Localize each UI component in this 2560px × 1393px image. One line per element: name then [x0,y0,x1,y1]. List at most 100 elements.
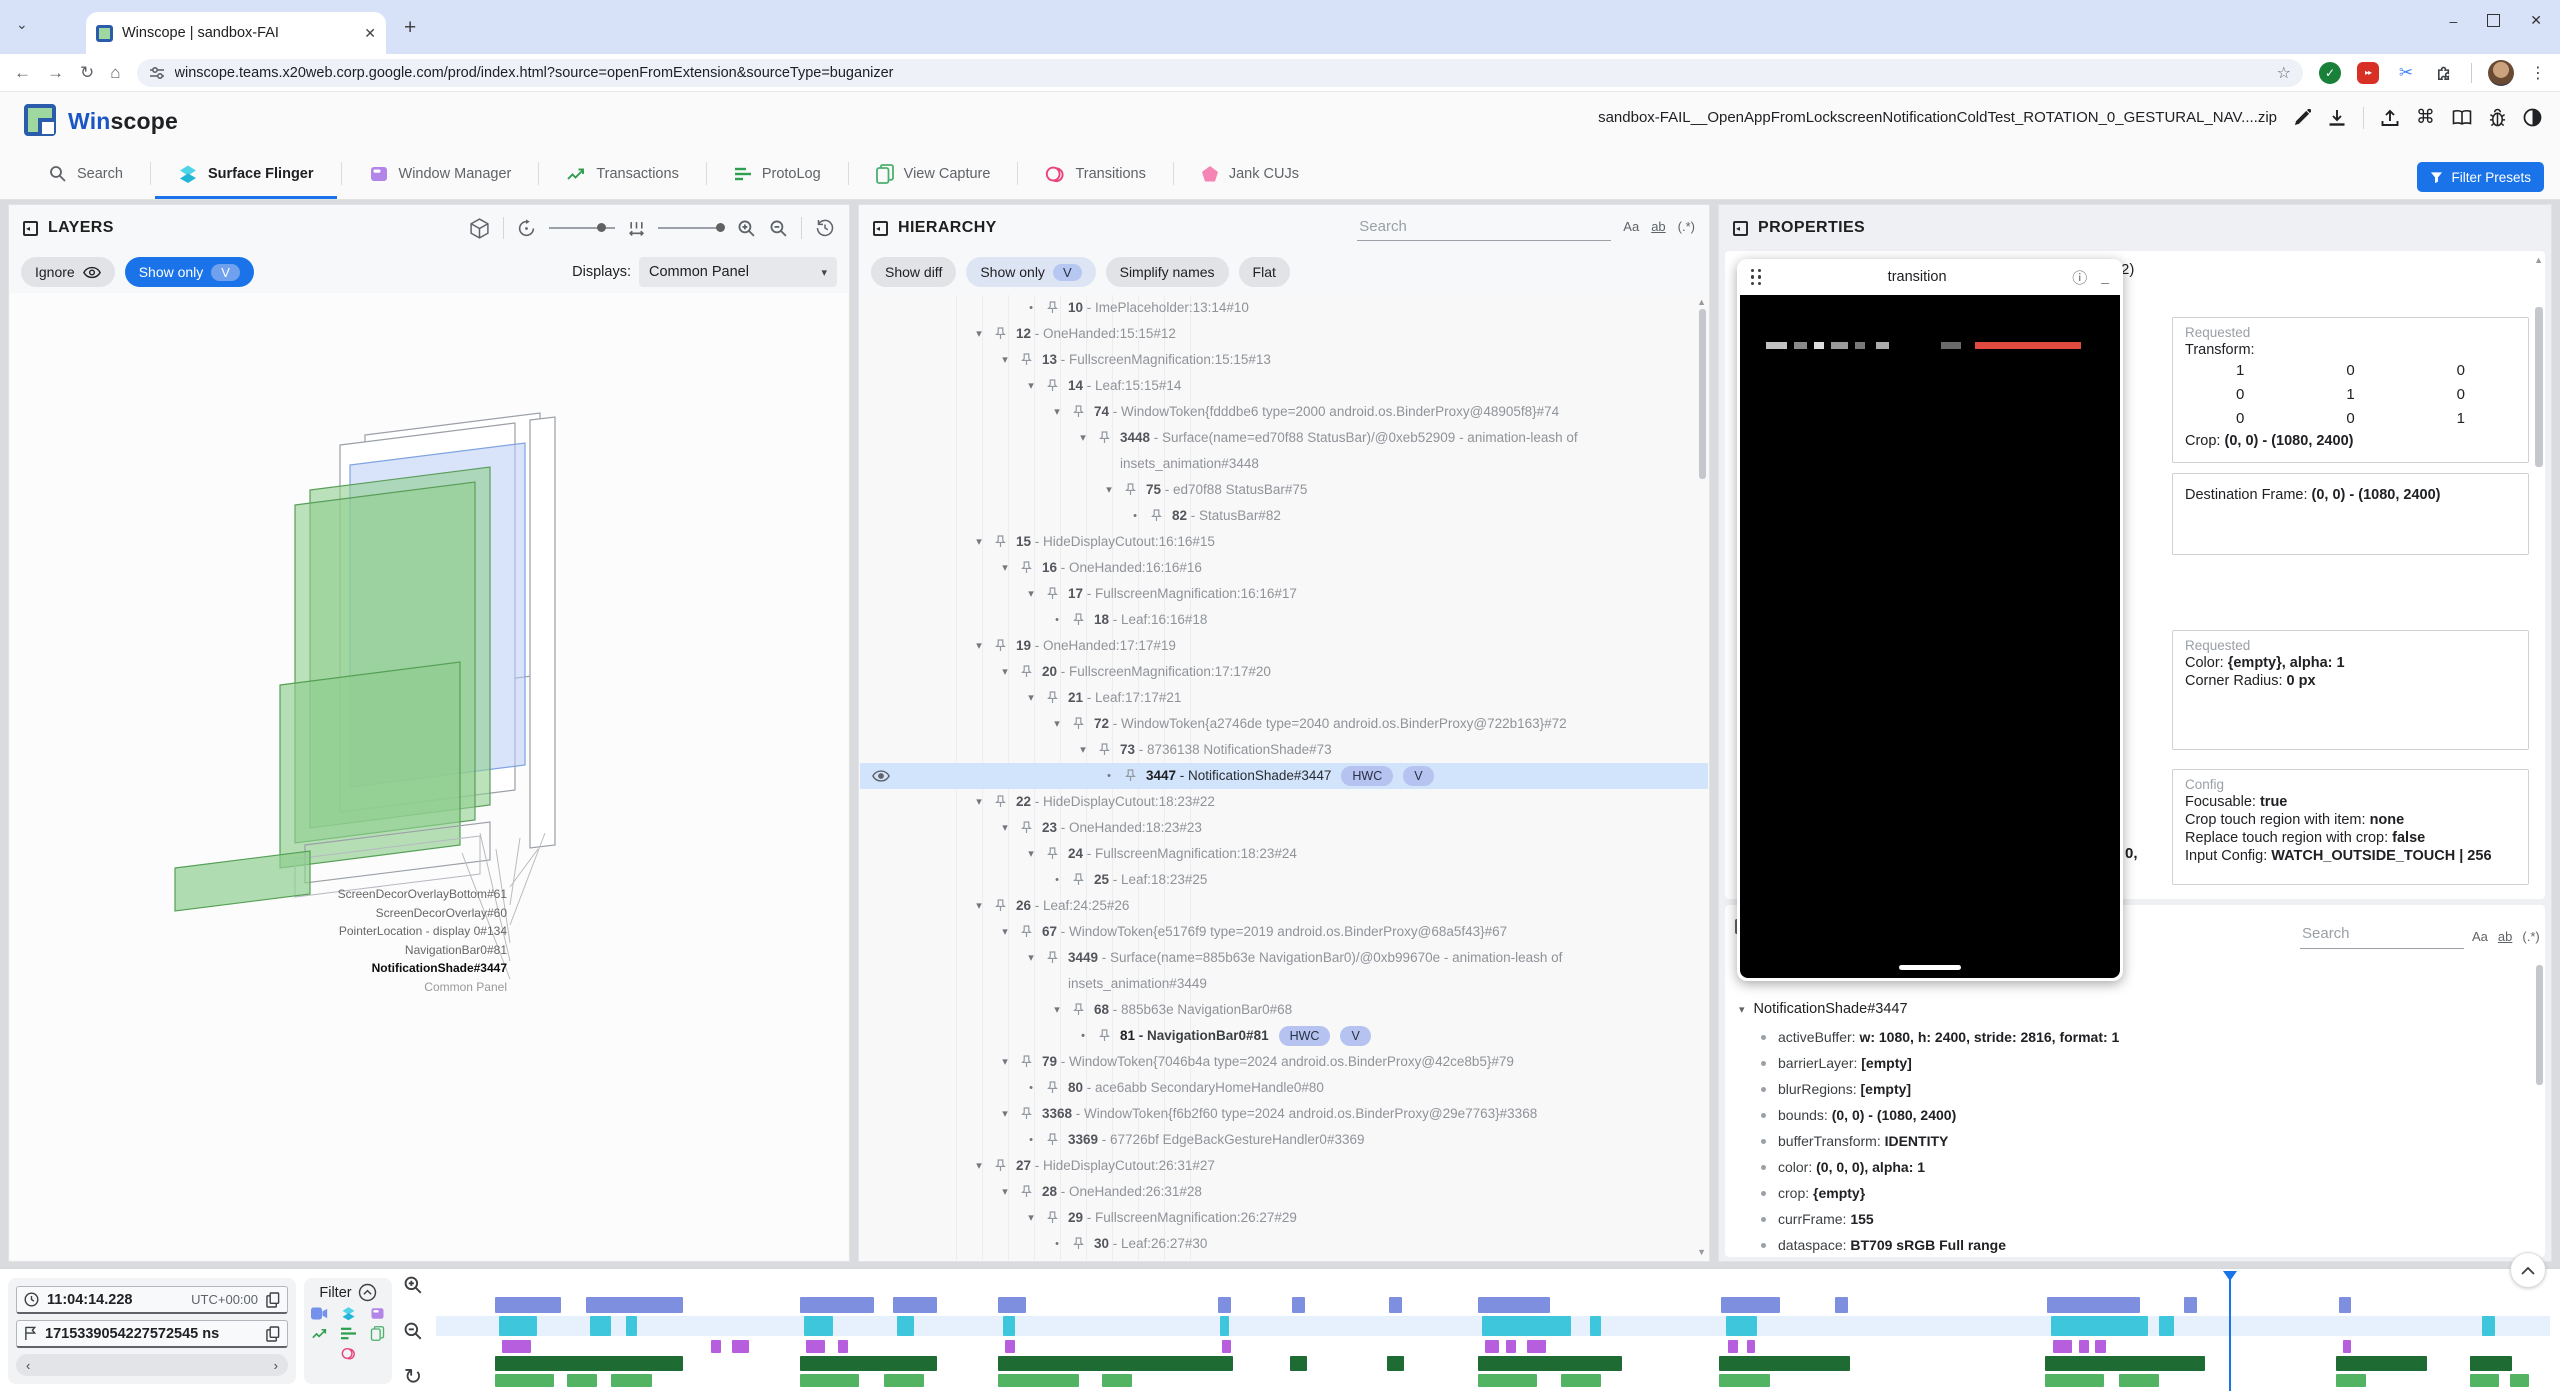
prev-frame-icon[interactable]: ‹ [26,1358,30,1373]
pin-icon[interactable] [1073,873,1084,886]
ignore-chip[interactable]: Ignore [21,257,115,287]
panel-collapse-icon[interactable]: ◂ [23,221,38,236]
pin-icon[interactable] [1047,691,1058,704]
download-icon[interactable] [2328,109,2346,127]
properties-search-input[interactable]: Search [2300,923,2464,949]
pin-icon[interactable] [1073,1003,1084,1016]
collapse-chevron-icon[interactable]: ▾ [1022,373,1040,399]
tree-row[interactable]: •18 - Leaf:16:16#18 [860,607,1708,633]
tree-row[interactable]: ▾28 - OneHanded:26:31#28 [860,1179,1708,1205]
zoom-out-icon[interactable] [769,219,788,238]
tree-row[interactable]: ▾68 - 885b63e NavigationBar0#68 [860,997,1708,1023]
tree-row[interactable]: ▾24 - FullscreenMagnification:18:23#24 [860,841,1708,867]
reset-view-icon[interactable] [815,218,835,238]
tab-surface-flinger[interactable]: Surface Flinger [151,148,341,199]
pin-icon[interactable] [1047,1081,1058,1094]
extension-fastforward-icon[interactable]: ▸▸ [2357,62,2379,84]
pin-icon[interactable] [1125,769,1136,782]
tab-transactions[interactable]: Transactions [539,148,705,199]
tab-search[interactable]: Search [22,148,150,199]
collapse-chevron-icon[interactable]: ▾ [1022,1205,1040,1231]
tree-row[interactable]: ▾14 - Leaf:15:15#14 [860,373,1708,399]
tree-row[interactable]: ▾3368 - WindowToken{f6b2f60 type=2024 an… [860,1101,1708,1127]
match-case-toggle[interactable]: Aa [1623,219,1639,234]
home-icon[interactable]: ⌂ [110,63,120,83]
collapse-chevron-icon[interactable]: ▾ [996,1101,1014,1127]
upload-icon[interactable] [2381,109,2399,127]
show-only-chip[interactable]: Show only V [966,257,1095,287]
tab-protolog[interactable]: ProtoLog [707,148,848,199]
zoom-in-icon[interactable] [737,219,756,238]
pin-icon[interactable] [1099,743,1110,756]
window-minimize-icon[interactable]: – [2449,13,2457,29]
pin-icon[interactable] [1047,847,1058,860]
tree-row[interactable]: •3447 - NotificationShade#3447HWCV [860,763,1708,789]
tree-row[interactable]: ▾13 - FullscreenMagnification:15:15#13 [860,347,1708,373]
simplify-names-chip[interactable]: Simplify names [1106,257,1229,287]
hierarchy-scrollbar[interactable] [1699,309,1706,479]
next-frame-icon[interactable]: › [274,1358,278,1373]
hierarchy-search-input[interactable]: Search [1357,216,1611,241]
tree-row[interactable]: ▾79 - WindowToken{7046b4a type=2024 andr… [860,1049,1708,1075]
collapse-chevron-icon[interactable]: ▾ [996,659,1014,685]
tree-row[interactable]: ▾19 - OneHanded:17:17#19 [860,633,1708,659]
pin-icon[interactable] [1125,483,1136,496]
tree-row[interactable]: ▾23 - OneHanded:18:23#23 [860,815,1708,841]
pin-icon[interactable] [995,899,1006,912]
collapse-chevron-icon[interactable]: ▾ [996,1179,1014,1205]
collapse-chevron-icon[interactable]: ▾ [970,1153,988,1179]
tree-row[interactable]: •10 - ImePlaceholder:13:14#10 [860,295,1708,321]
collapse-chevron-icon[interactable]: ▾ [1022,581,1040,607]
curr-frame-property[interactable]: dataspace: BT709 sRGB Full range [1761,1237,2006,1253]
extension-scissors-icon[interactable]: ✂ [2395,62,2417,84]
pin-icon[interactable] [1047,951,1058,964]
scroll-down-icon[interactable]: ▼ [1697,1247,1706,1257]
layer-rect-label[interactable]: Common Panel [10,978,507,997]
timeline-cursor[interactable] [2229,1271,2231,1391]
tab-window-manager[interactable]: Window Manager [342,148,539,199]
dark-mode-toggle-icon[interactable] [2523,108,2542,127]
tab-close-icon[interactable]: ✕ [364,25,376,42]
docs-book-icon[interactable] [2452,109,2472,126]
transitions-track[interactable] [436,1297,2550,1313]
scroll-up-icon[interactable]: ▲ [2534,255,2543,265]
pin-icon[interactable] [1021,821,1032,834]
curr-frame-property[interactable]: blurRegions: [empty] [1761,1081,1911,1097]
collapse-chevron-icon[interactable]: ▾ [1048,711,1066,737]
extension-check-icon[interactable]: ✓ [2319,62,2341,84]
collapse-chevron-icon[interactable]: ▾ [970,893,988,919]
drag-handle-icon[interactable] [1751,269,1762,285]
tree-row[interactable]: ▾74 - WindowToken{fdddbe6 type=2000 andr… [860,399,1708,425]
pin-icon[interactable] [1073,613,1084,626]
back-icon[interactable]: ← [14,63,31,83]
surface-flinger-track[interactable] [436,1316,2550,1336]
tab-view-capture[interactable]: View Capture [849,148,1018,199]
protolog-track[interactable] [436,1374,2550,1387]
trace-toggle-tr-icon[interactable] [340,1346,357,1361]
bookmark-star-icon[interactable]: ☆ [2277,63,2291,83]
curr-frame-property[interactable]: crop: {empty} [1761,1185,1865,1201]
trace-toggle-vc-icon[interactable] [369,1326,386,1341]
collapse-chevron-icon[interactable]: ▾ [1022,685,1040,711]
nanosecond-time-field[interactable]: 1715339054227572545 ns [16,1320,288,1348]
curr-frame-property[interactable]: bounds: (0, 0) - (1080, 2400) [1761,1107,1956,1123]
timeline-tracks[interactable] [436,1269,2550,1393]
match-word-toggle[interactable]: ab [2498,929,2512,944]
collapse-chevron-icon[interactable]: ▾ [996,1049,1014,1075]
timeline-reset-zoom-icon[interactable]: ↻ [404,1367,422,1387]
tree-row[interactable]: ▾22 - HideDisplayCutout:18:23#22 [860,789,1708,815]
shortcuts-icon[interactable]: ⌘ [2416,106,2435,129]
tree-row[interactable]: •82 - StatusBar#82 [860,503,1708,529]
reload-icon[interactable]: ↻ [80,63,94,83]
tree-row[interactable]: ▾73 - 8736138 NotificationShade#73 [860,737,1708,763]
collapse-chevron-icon[interactable]: ▾ [996,919,1014,945]
pin-icon[interactable] [1099,431,1110,444]
flat-chip[interactable]: Flat [1239,257,1290,287]
tab-transitions[interactable]: Transitions [1018,148,1172,199]
tree-row[interactable]: ▾21 - Leaf:17:17#21 [860,685,1708,711]
trace-toggle-tx-icon[interactable] [311,1326,328,1341]
pin-icon[interactable] [1073,405,1084,418]
layer-rect-label[interactable]: NotificationShade#3447 [10,959,507,978]
collapse-chevron-icon[interactable]: ▾ [996,347,1014,373]
pin-icon[interactable] [995,535,1006,548]
